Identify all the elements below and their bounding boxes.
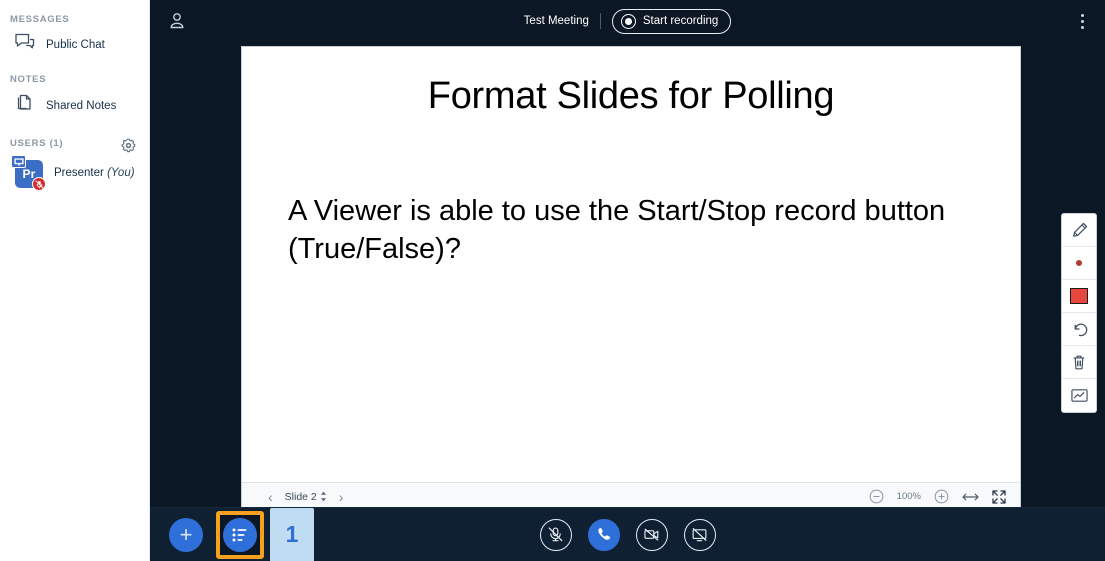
sidebar-section-title-notes: NOTES	[10, 74, 47, 85]
sidebar-section-title-messages: MESSAGES	[10, 14, 70, 25]
slide-canvas[interactable]: Format Slides for Polling A Viewer is ab…	[242, 47, 1020, 482]
record-circle-icon	[620, 13, 636, 29]
user-list-item-presenter[interactable]: Pr Presenter (You)	[0, 154, 149, 192]
annotation-highlight-box	[216, 510, 264, 559]
trash-icon[interactable]	[1062, 346, 1096, 379]
chat-bubble-icon	[14, 32, 36, 57]
avatar: Pr	[11, 155, 46, 191]
sidebar-item-shared-notes[interactable]: Shared Notes	[0, 89, 149, 122]
sidebar-item-label: Public Chat	[46, 38, 105, 51]
phone-icon	[598, 528, 611, 540]
gear-icon[interactable]	[119, 136, 137, 154]
meeting-title: Test Meeting	[523, 15, 589, 27]
user-name: Presenter (You)	[54, 167, 135, 179]
share-screen-button[interactable]	[683, 518, 716, 551]
main-content-area: Test Meeting Start recording Format Slid…	[150, 0, 1105, 561]
start-recording-label: Start recording	[642, 15, 719, 27]
thickness-dot-icon[interactable]	[1062, 247, 1096, 280]
actions-button[interactable]: +	[169, 517, 203, 552]
multi-user-whiteboard-icon[interactable]	[1062, 379, 1096, 412]
mic-muted-button[interactable]	[539, 518, 572, 551]
plus-circle-icon[interactable]	[934, 489, 949, 504]
slide-label-text: Slide 2	[284, 490, 317, 503]
up-down-arrows-icon	[320, 491, 327, 502]
mic-muted-icon	[548, 527, 563, 542]
header-divider	[599, 13, 601, 29]
whiteboard-container: Format Slides for Polling A Viewer is ab…	[241, 46, 1021, 511]
kebab-menu-icon[interactable]	[1071, 9, 1093, 33]
slide-selector[interactable]: Slide 2	[285, 491, 327, 503]
chevron-left-icon[interactable]: ‹	[266, 490, 275, 504]
bigbluebutton-meeting-window: MESSAGES Public Chat NOTES Shared Notes	[0, 0, 1105, 561]
bottom-left-actions: + 1	[169, 507, 314, 561]
polling-highlight-group: 1	[216, 507, 314, 561]
slide-navigation-group: ‹ Slide 2 ›	[266, 490, 345, 504]
presentation-screen-icon	[11, 155, 26, 168]
slide-body-text: A Viewer is able to use the Start/Stop r…	[288, 195, 946, 266]
mic-muted-icon	[32, 177, 46, 191]
fullscreen-icon[interactable]	[992, 489, 1006, 504]
camera-off-icon	[644, 528, 659, 541]
sidebar-section-title-users: USERS (1)	[10, 137, 64, 149]
plus-icon: +	[179, 521, 193, 547]
presentation-toolbar: ‹ Slide 2 › 100%	[242, 482, 1020, 510]
pencil-icon[interactable]	[1062, 214, 1096, 247]
screen-share-icon	[692, 528, 707, 542]
sidebar-item-label: Shared Notes	[46, 99, 117, 112]
presentation-stage: Format Slides for Polling A Viewer is ab…	[150, 42, 1105, 511]
zoom-controls-group: 100%	[869, 489, 1006, 504]
user-name-suffix: (You)	[107, 167, 135, 179]
camera-off-button[interactable]	[635, 518, 668, 551]
chevron-right-icon[interactable]: ›	[337, 490, 346, 504]
minus-circle-icon[interactable]	[869, 489, 884, 504]
meeting-header-center: Test Meeting Start recording	[523, 8, 732, 34]
fit-to-width-icon[interactable]	[962, 491, 979, 503]
sidebar-panel: MESSAGES Public Chat NOTES Shared Notes	[0, 0, 150, 561]
notes-pages-icon	[14, 92, 36, 119]
sidebar-item-public-chat[interactable]: Public Chat	[0, 29, 149, 60]
step-number-badge: 1	[270, 507, 314, 561]
polling-button[interactable]	[223, 517, 257, 552]
user-icon[interactable]	[166, 10, 188, 32]
undo-icon[interactable]	[1062, 313, 1096, 346]
start-recording-button[interactable]: Start recording	[611, 8, 732, 34]
slide-title: Format Slides for Polling	[427, 75, 835, 117]
bottom-action-bar: + 1	[150, 507, 1105, 561]
top-navigation-bar: Test Meeting Start recording	[150, 0, 1105, 42]
whiteboard-tools-panel	[1061, 213, 1097, 413]
poll-list-icon	[232, 528, 247, 541]
color-swatch-icon[interactable]	[1062, 280, 1096, 313]
sidebar-users-header: USERS (1)	[0, 136, 149, 154]
user-name-text: Presenter	[54, 167, 104, 179]
leave-audio-button[interactable]	[587, 518, 620, 551]
zoom-level-value: 100%	[896, 491, 921, 502]
